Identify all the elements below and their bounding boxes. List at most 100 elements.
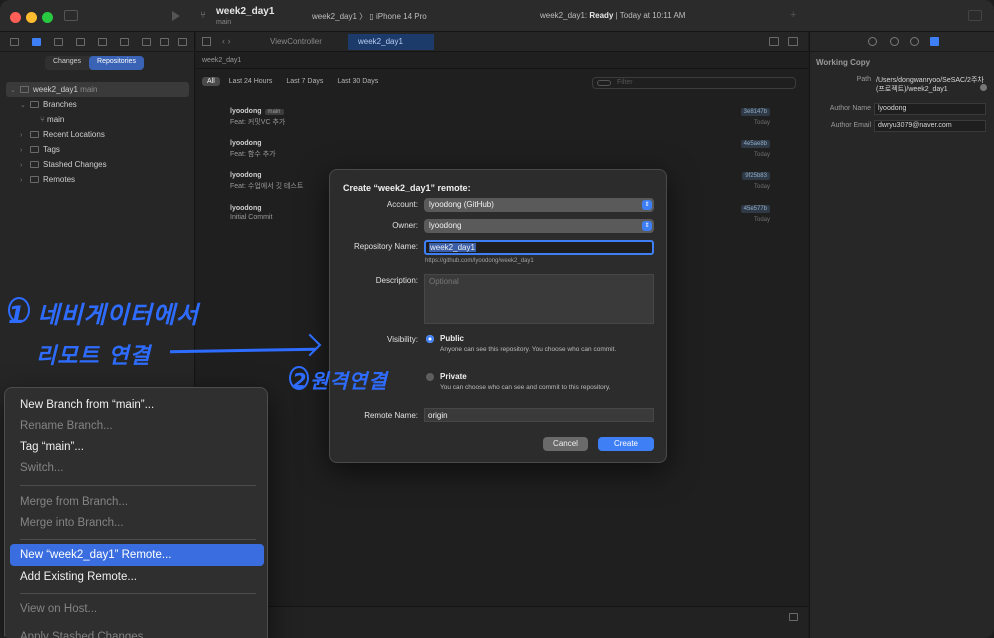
zoom-window-button[interactable]: [42, 12, 53, 23]
back-forward-icon[interactable]: ‹ ›: [222, 36, 231, 46]
tree-row-tags[interactable]: › Tags: [0, 142, 195, 157]
tree-row-branches[interactable]: ⌄ Branches: [0, 97, 195, 112]
annotation-step-1-line-2: 리모트 연결: [36, 344, 151, 369]
account-select[interactable]: lyoodong (GitHub) ⇕: [424, 198, 654, 212]
menu-merge-from[interactable]: Merge from Branch...: [10, 491, 264, 513]
commit-time: Today: [753, 184, 770, 190]
symbol-navigator-icon[interactable]: [54, 38, 63, 46]
issue-navigator-icon[interactable]: [98, 38, 107, 46]
menu-new-branch[interactable]: New Branch from “main”...: [10, 394, 264, 416]
report-navigator-icon[interactable]: [178, 38, 187, 46]
commit-hash: 9f25b83: [742, 172, 770, 180]
public-radio[interactable]: [426, 335, 434, 343]
breakpoint-navigator-icon[interactable]: [160, 38, 169, 46]
dialog-title: Create “week2_day1” remote:: [343, 183, 471, 193]
jump-bar[interactable]: week2_day1: [196, 53, 808, 69]
attributes-inspector-icon[interactable]: [930, 37, 939, 46]
menu-rename-branch[interactable]: Rename Branch...: [10, 415, 264, 437]
annotation-step-2: 2 원격연결: [292, 369, 388, 393]
visibility-label: Visibility:: [387, 335, 418, 344]
create-button[interactable]: Create: [598, 437, 654, 451]
cancel-button[interactable]: Cancel: [543, 437, 588, 451]
add-icon[interactable]: +: [790, 9, 796, 21]
private-description: You can choose who can see and commit to…: [440, 384, 611, 391]
editor-bottom-bar: [196, 606, 808, 638]
commit-row[interactable]: lyoodong Feat: 함수 추가 4e5ae8b Today: [230, 140, 770, 172]
commit-message: Feat: 커밋VC 추가: [230, 119, 286, 126]
changes-tab[interactable]: Changes: [45, 56, 89, 70]
menu-view-on-host[interactable]: View on Host...: [10, 598, 264, 620]
author-email-field[interactable]: dwryu3079@naver.com: [874, 120, 986, 132]
find-navigator-icon[interactable]: [76, 38, 85, 46]
toggle-inspector-icon[interactable]: [968, 10, 982, 21]
navigator-selector-bar: [0, 32, 195, 52]
filter-30-days[interactable]: Last 30 Days: [332, 77, 383, 86]
branch-icon: ⑂: [40, 115, 48, 124]
repository-tree: ⌄ week2_day1 main ⌄ Branches ⑂ main › Recen…: [0, 82, 195, 187]
filter-24-hours[interactable]: Last 24 Hours: [224, 77, 278, 86]
public-description: Anyone can see this repository. You choo…: [440, 346, 617, 353]
folder-icon: [30, 101, 39, 108]
menu-switch[interactable]: Switch...: [10, 457, 264, 479]
filter-icon: [597, 80, 611, 86]
private-radio[interactable]: [426, 373, 434, 381]
tab-viewcontroller[interactable]: ViewController: [260, 34, 350, 50]
author-email-label: Author Email: [830, 122, 871, 129]
help-inspector-icon[interactable]: [910, 37, 919, 46]
add-editor-icon[interactable]: [788, 37, 798, 46]
source-control-navigator-icon[interactable]: [32, 38, 41, 46]
minimize-window-button[interactable]: [26, 12, 37, 23]
debug-area-icon[interactable]: [789, 613, 798, 621]
run-icon[interactable]: [172, 11, 180, 21]
menu-tag[interactable]: Tag “main”...: [10, 436, 264, 458]
menu-merge-into[interactable]: Merge into Branch...: [10, 512, 264, 534]
tree-row-remotes[interactable]: › Remotes: [0, 172, 195, 187]
tree-row-repository[interactable]: ⌄ week2_day1 main: [6, 82, 189, 97]
file-inspector-icon[interactable]: [868, 37, 877, 46]
history-inspector-icon[interactable]: [890, 37, 899, 46]
author-name-label: Author Name: [829, 105, 871, 112]
repositories-tab[interactable]: Repositories: [89, 56, 144, 70]
filter-all[interactable]: All: [202, 77, 220, 86]
editor-options-icon[interactable]: [769, 37, 779, 46]
commit-time: Today: [753, 120, 770, 126]
chevron-right-icon: ›: [20, 162, 23, 169]
menu-separator: [20, 539, 256, 540]
filter-7-days[interactable]: Last 7 Days: [281, 77, 328, 86]
test-navigator-icon[interactable]: [120, 38, 129, 46]
author-name-field[interactable]: lyoodong: [874, 103, 986, 115]
folder-icon: [30, 176, 39, 183]
commit-row[interactable]: lyoodong main Feat: 커밋VC 추가 3e8147b Today: [230, 108, 770, 140]
inspector-panel: Working Copy Path /Users/dongwanryoo/SeS…: [809, 32, 994, 638]
folder-icon: [30, 146, 39, 153]
reveal-in-finder-icon[interactable]: [980, 84, 987, 91]
close-window-button[interactable]: [10, 12, 21, 23]
menu-new-remote[interactable]: New “week2_day1” Remote...: [10, 544, 264, 566]
commit-time: Today: [753, 217, 770, 223]
path-value: /Users/dongwanryoo/SeSAC/2주차(프로젝트)/week2…: [876, 77, 984, 93]
tab-week2-day1[interactable]: week2_day1: [348, 34, 434, 50]
remote-name-input[interactable]: origin: [424, 408, 654, 422]
scheme-destination-selector[interactable]: week2_day1 〉 ▯ iPhone 14 Pro: [312, 11, 427, 22]
tree-row-main-branch[interactable]: ⑂ main: [0, 112, 195, 127]
debug-navigator-icon[interactable]: [142, 38, 151, 46]
commit-author: lyoodong: [230, 140, 262, 147]
branch-context-menu: New Branch from “main”... Rename Branch.…: [4, 387, 268, 638]
navigator-segmented-control: Changes Repositories: [45, 56, 144, 70]
repository-name-input[interactable]: week2_day1: [424, 240, 654, 255]
commit-filter-input[interactable]: Filter: [592, 77, 796, 89]
tree-row-stashed-changes[interactable]: › Stashed Changes: [0, 157, 195, 172]
menu-apply-stashed[interactable]: Apply Stashed Changes...: [10, 626, 264, 638]
tree-row-recent-locations[interactable]: › Recent Locations: [0, 127, 195, 142]
related-items-icon[interactable]: [202, 37, 211, 46]
branch-icon: ⑂: [200, 10, 206, 21]
description-input[interactable]: Optional: [424, 274, 654, 324]
current-branch: main: [216, 19, 232, 26]
owner-select[interactable]: lyoodong ⇕: [424, 219, 654, 233]
path-row: Path /Users/dongwanryoo/SeSAC/2주차(프로젝트)/…: [816, 76, 991, 100]
project-navigator-icon[interactable]: [10, 38, 19, 46]
repository-icon: [20, 86, 29, 93]
toggle-navigator-icon[interactable]: [64, 10, 78, 21]
menu-add-existing-remote[interactable]: Add Existing Remote...: [10, 566, 264, 588]
branch-badge: main: [264, 109, 284, 115]
